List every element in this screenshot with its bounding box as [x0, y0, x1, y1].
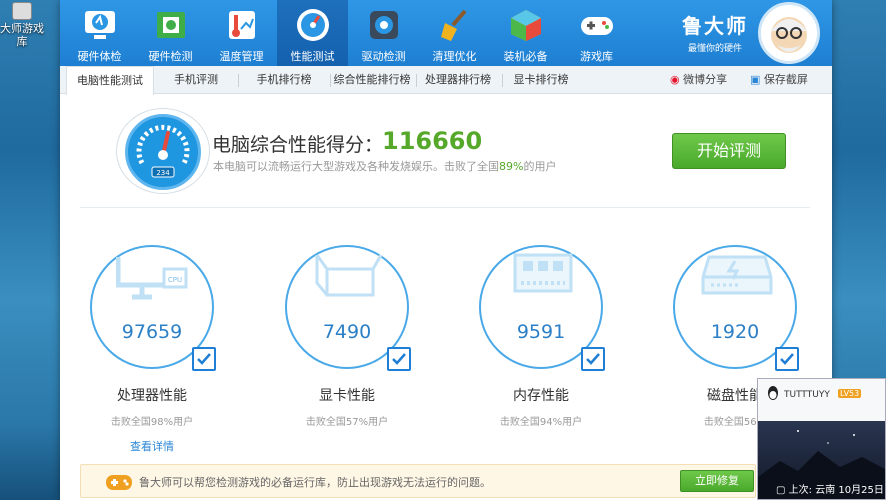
brand-logo: 鲁大师 最懂你的硬件	[682, 10, 748, 54]
nav-item-hardware-detect[interactable]: 硬件检测	[135, 0, 206, 66]
qq-footer-icon: ▢	[776, 485, 786, 496]
mascot-avatar[interactable]	[758, 2, 820, 64]
nav-label: 装机必备	[503, 50, 548, 63]
svg-text:CPU: CPU	[168, 276, 182, 284]
nav-item-essentials[interactable]: 装机必备	[490, 0, 561, 66]
broom-icon	[436, 6, 474, 44]
metric-ring: 9591	[479, 245, 605, 371]
fix-now-button[interactable]: 立即修复	[680, 470, 754, 492]
nav-label: 游戏库	[580, 50, 613, 63]
cpu-monitor-icon: CPU	[116, 257, 188, 300]
score-title: 电脑综合性能得分：	[212, 134, 384, 156]
qq-level-badge: LV53	[838, 389, 862, 398]
app-window: 硬件体检 硬件检测 温度管理 性能测试 驱动检测 清理优化 装机必备 游戏库 鲁…	[60, 0, 832, 500]
thermometer-icon	[223, 6, 261, 44]
metric-name: 处理器性能	[117, 388, 187, 404]
nav-label: 硬件体检	[77, 50, 122, 63]
qq-penguin-icon	[768, 386, 778, 400]
qq-login-popup[interactable]: TUTTTUYY LV53 ▢ 上次: 云南 10月25日 09:	[757, 378, 886, 500]
score-gauge: 234	[116, 108, 210, 194]
tab-overall-ranking[interactable]: 综合性能排行榜	[332, 66, 412, 94]
gamepad-notice-icon	[106, 475, 132, 490]
sub-tab-bar: 电脑性能测试 手机评测 手机排行榜 综合性能排行榜 处理器排行榜 显卡排行榜 ◉…	[60, 66, 832, 95]
weibo-share-button[interactable]: ◉ 微博分享	[670, 66, 727, 94]
check-icon	[775, 347, 799, 371]
disk-drive-icon	[701, 255, 773, 295]
nav-item-cleanup[interactable]: 清理优化	[419, 0, 490, 66]
metric-memory[interactable]: 9591 内存性能 击败全国94%用户	[476, 245, 606, 428]
nav-item-hardware-check[interactable]: 硬件体检	[64, 0, 135, 66]
top-toolbar: 硬件体检 硬件检测 温度管理 性能测试 驱动检测 清理优化 装机必备 游戏库 鲁…	[60, 0, 832, 66]
game-library-icon	[12, 2, 32, 20]
tab-phone-ranking[interactable]: 手机排行榜	[246, 66, 322, 94]
gauge-icon	[294, 6, 332, 44]
metric-subtext: 击败全国57%用户	[305, 417, 389, 428]
driver-icon	[365, 6, 403, 44]
graphics-cube-icon	[315, 254, 383, 297]
tab-pc-performance[interactable]: 电脑性能测试	[66, 66, 154, 95]
nav-item-temperature[interactable]: 温度管理	[206, 0, 277, 66]
brand-slogan: 最懂你的硬件	[687, 44, 742, 54]
metric-ring: CPU 97659	[90, 245, 216, 371]
nav-item-game-library[interactable]: 游戏库	[561, 0, 632, 66]
metric-value: 7490	[322, 321, 372, 343]
nav-label: 硬件检测	[148, 50, 193, 63]
metric-value: 97659	[121, 321, 183, 343]
save-screenshot-button[interactable]: ▣ 保存截屏	[750, 66, 808, 94]
metric-ring: 7490	[285, 245, 411, 371]
qq-footer-text: 上次: 云南 10月25日 09:	[788, 485, 886, 496]
gauge-readout: 234	[156, 169, 170, 177]
memory-chip-icon	[513, 253, 573, 293]
nav-label: 清理优化	[432, 50, 477, 63]
package-box-icon	[507, 6, 545, 44]
metric-subtext: 击败全国94%用户	[499, 417, 583, 428]
score-description: 本电脑可以流畅运行大型游戏及各种发烧娱乐。击败了全国89%的用户	[213, 158, 556, 174]
score-desc-prefix: 本电脑可以流畅运行大型游戏及各种发烧娱乐。击败了全国	[213, 160, 499, 173]
metric-ring: 1920	[673, 245, 799, 371]
nav-label: 驱动检测	[361, 50, 406, 63]
speedometer-icon: 234	[125, 114, 201, 190]
notice-bar: 鲁大师可以帮您检测游戏的必备运行库，防止出现游戏无法运行的问题。	[80, 464, 756, 498]
tab-gpu-ranking[interactable]: 显卡排行榜	[508, 66, 574, 94]
tab-phone-review[interactable]: 手机评测	[164, 66, 228, 94]
check-icon	[581, 347, 605, 371]
weibo-icon: ◉	[670, 73, 680, 86]
main-nav: 硬件体检 硬件检测 温度管理 性能测试 驱动检测 清理优化 装机必备 游戏库	[64, 0, 632, 66]
nav-label: 温度管理	[219, 50, 264, 63]
gamepad-icon	[578, 6, 616, 44]
hardware-check-icon	[81, 6, 119, 44]
metric-gpu[interactable]: 7490 显卡性能 击败全国57%用户	[282, 245, 412, 428]
desktop-icon-label: 大师游戏库	[0, 22, 44, 48]
score-desc-suffix: 的用户	[523, 160, 557, 173]
notice-text: 鲁大师可以帮您检测游戏的必备运行库，防止出现游戏无法运行的问题。	[139, 476, 491, 489]
start-benchmark-button[interactable]: 开始评测	[672, 133, 786, 169]
score-value: 116660	[382, 127, 483, 155]
camera-icon: ▣	[750, 73, 761, 86]
metric-name: 显卡性能	[319, 388, 375, 404]
nav-label: 性能测试	[290, 50, 335, 63]
metric-cpu[interactable]: CPU 97659 处理器性能 击败全国98%用户 查看详情	[87, 245, 217, 454]
metric-name: 内存性能	[513, 388, 569, 404]
tab-cpu-ranking[interactable]: 处理器排行榜	[420, 66, 496, 94]
check-icon	[192, 347, 216, 371]
circuit-board-icon	[152, 6, 190, 44]
view-details-link[interactable]: 查看详情	[87, 438, 217, 454]
metric-value: 1920	[710, 321, 760, 343]
score-desc-percent: 89%	[499, 160, 524, 173]
metric-value: 9591	[516, 321, 566, 343]
metric-subtext: 击败全国98%用户	[110, 417, 194, 428]
weibo-share-label: 微博分享	[683, 73, 728, 86]
save-screenshot-label: 保存截屏	[763, 73, 808, 86]
qq-last-login: ▢ 上次: 云南 10月25日 09:	[776, 481, 886, 496]
nav-item-driver-detect[interactable]: 驱动检测	[348, 0, 419, 66]
check-icon	[387, 347, 411, 371]
qq-nickname: TUTTTUYY	[784, 390, 830, 400]
section-divider	[80, 207, 810, 208]
desktop-game-library-shortcut[interactable]: 大师游戏库	[0, 0, 44, 48]
nav-item-performance-test[interactable]: 性能测试	[277, 0, 348, 66]
brand-title: 鲁大师	[682, 14, 748, 38]
